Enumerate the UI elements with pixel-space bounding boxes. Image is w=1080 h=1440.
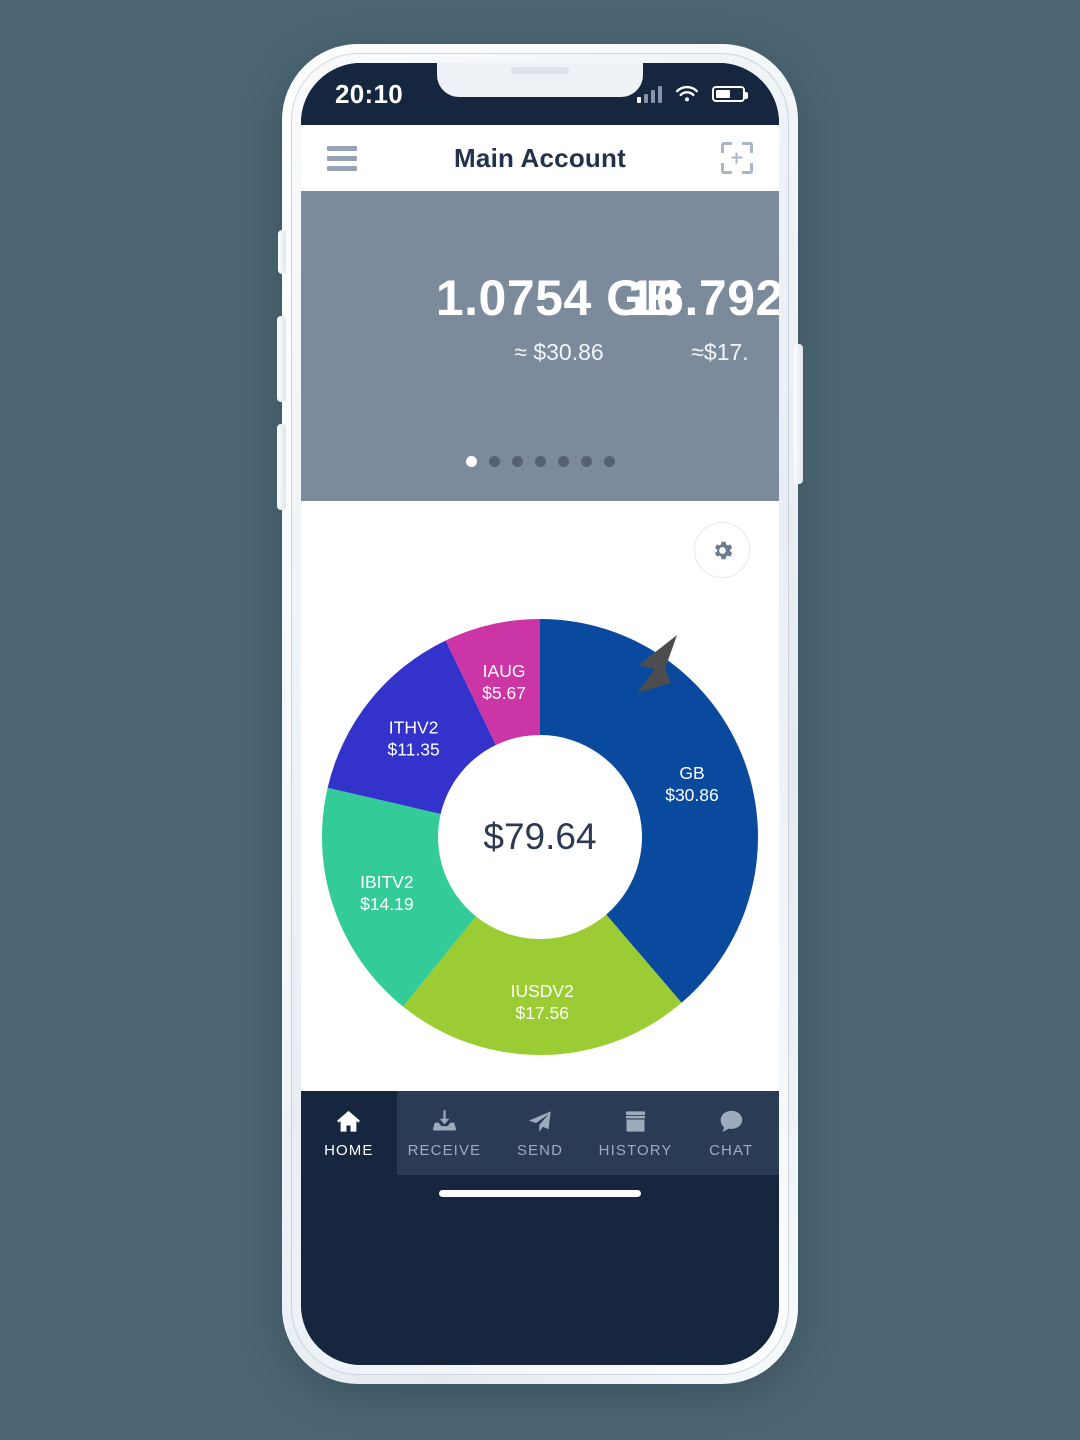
power-button[interactable] <box>794 344 803 484</box>
balance-slide-next[interactable]: 16.7927 ≈$17. <box>605 191 779 501</box>
tab-label: RECEIVE <box>407 1141 482 1159</box>
scan-qr-icon[interactable] <box>721 142 753 174</box>
main-content: GB $30.86 IUSDV2 $17.56 IBITV2 $14.19 ITHV2 $11… <box>301 501 779 1213</box>
tab-label: HISTORY <box>598 1141 673 1159</box>
carousel-dot[interactable] <box>603 456 615 467</box>
donut-slice-value: $17.56 <box>515 1003 569 1023</box>
donut-slice-name: IBITV2 <box>360 872 414 892</box>
tab-send[interactable]: SEND <box>492 1091 588 1175</box>
tab-label: CHAT <box>709 1141 754 1159</box>
status-clock: 20:10 <box>335 78 403 109</box>
carousel-dot[interactable] <box>511 456 523 467</box>
status-bar: 20:10 <box>301 63 779 125</box>
carousel-dot[interactable] <box>465 456 477 467</box>
tab-label: HOME <box>324 1141 374 1159</box>
volume-down-button[interactable] <box>277 424 286 510</box>
page-title: Main Account <box>454 142 626 173</box>
screenshot-stage: 20:10 Main Account 1.0754 GB ≈ $30.86 16… <box>0 0 1080 1440</box>
display-notch <box>437 63 643 97</box>
balance-amount-next: 16.7927 <box>627 270 779 326</box>
carousel-dot[interactable] <box>580 456 592 467</box>
tab-home[interactable]: HOME <box>301 1091 397 1175</box>
wifi-icon <box>675 85 699 103</box>
phone-device: 20:10 Main Account 1.0754 GB ≈ $30.86 16… <box>277 44 803 1384</box>
bottom-tab-bar: HOME RECEIVE SEND HISTORY CHAT <box>301 1091 779 1213</box>
donut-slice-value: $30.86 <box>665 785 719 805</box>
tab-receive[interactable]: RECEIVE <box>396 1091 493 1175</box>
gear-icon[interactable] <box>694 522 750 578</box>
home-indicator[interactable] <box>439 1190 641 1197</box>
status-indicators <box>637 85 748 103</box>
volume-up-button[interactable] <box>277 316 286 402</box>
carousel-dot[interactable] <box>534 456 546 467</box>
send-plane-icon <box>526 1108 553 1135</box>
donut-slice-value: $11.35 <box>387 740 439 760</box>
mute-switch-button[interactable] <box>278 230 286 274</box>
donut-slice-name: ITHV2 <box>389 718 439 738</box>
tab-label: SEND <box>516 1141 564 1159</box>
donut-slice-name: IUSDV2 <box>511 981 574 1001</box>
tab-chat[interactable]: CHAT <box>683 1091 779 1175</box>
carousel-dot[interactable] <box>557 456 569 467</box>
home-icon <box>335 1108 362 1135</box>
balance-carousel[interactable]: 1.0754 GB ≈ $30.86 16.7927 ≈$17. <box>301 191 779 501</box>
battery-icon <box>712 86 748 102</box>
balance-fiat-value-next: ≈$17. <box>691 339 749 365</box>
chat-bubble-icon <box>718 1108 745 1135</box>
tab-history[interactable]: HISTORY <box>587 1091 684 1175</box>
phone-screen: 20:10 Main Account 1.0754 GB ≈ $30.86 16… <box>301 63 779 1365</box>
cellular-signal-icon <box>637 85 662 103</box>
earpiece-speaker <box>511 67 569 74</box>
archive-box-icon <box>622 1108 649 1135</box>
download-icon <box>431 1108 458 1135</box>
donut-slice-name: GB <box>679 763 704 783</box>
app-header: Main Account <box>301 125 779 191</box>
hamburger-menu-icon[interactable] <box>327 145 357 171</box>
portfolio-donut-chart[interactable]: GB $30.86 IUSDV2 $17.56 IBITV2 $14.19 ITHV2 $11… <box>322 619 758 1055</box>
donut-slice-name: IAUG <box>483 661 526 681</box>
donut-slice-value: $5.67 <box>482 683 526 703</box>
balance-fiat-value: ≈ $30.86 <box>514 339 604 365</box>
carousel-dot[interactable] <box>488 456 500 467</box>
donut-slice-value: $14.19 <box>360 894 414 914</box>
donut-center-total: $79.64 <box>483 816 597 857</box>
phone-bezel: 20:10 Main Account 1.0754 GB ≈ $30.86 16… <box>301 63 779 1365</box>
carousel-pagination-dots[interactable] <box>301 456 779 467</box>
